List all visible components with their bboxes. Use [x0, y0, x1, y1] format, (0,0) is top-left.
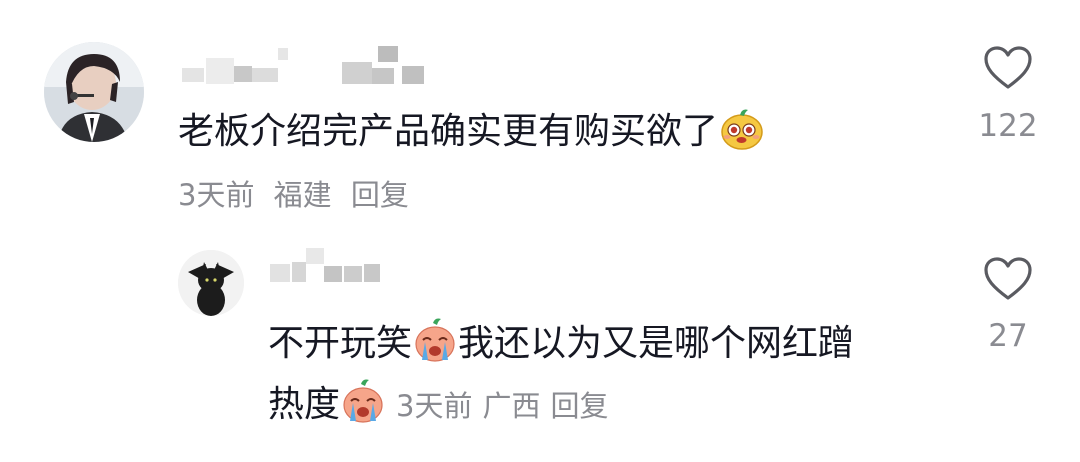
comment-body: 老板介绍完产品确实更有购买欲了: [178, 111, 719, 152]
user-avatar[interactable]: [44, 42, 144, 142]
yellow-face-emoji: [718, 104, 766, 165]
reply-text-line2: 热度 3天前 广西 回复: [268, 377, 619, 438]
comment-time: 3天前: [178, 178, 255, 212]
reply-button[interactable]: 回复: [351, 178, 409, 212]
heart-outline-icon: [984, 46, 1032, 89]
reply-username-pixelated[interactable]: [270, 248, 390, 284]
avatar-black-cat: [178, 250, 244, 316]
reply-like-button[interactable]: [983, 256, 1033, 306]
like-count: 122: [978, 108, 1038, 144]
comment-section: { "comments": [ { "text": "老板介绍完产品确实更有购买…: [0, 0, 1080, 462]
reply-location: 广西: [482, 389, 541, 423]
comment-text: 老板介绍完产品确实更有购买欲了: [178, 104, 766, 165]
crying-face-emoji: [340, 377, 386, 438]
reply-like-count: 27: [988, 318, 1028, 354]
avatar-photo: [44, 42, 144, 142]
reply-body-part2: 我还以为又是哪个网红蹭: [458, 323, 855, 364]
crying-face-emoji: [412, 316, 458, 377]
reply-text-line1: 不开玩笑 我还以为又是哪个网红蹭: [268, 316, 854, 377]
like-button[interactable]: [983, 45, 1033, 95]
reply-reply-button[interactable]: 回复: [550, 389, 608, 423]
heart-outline-icon: [984, 257, 1032, 300]
reply-meta: 3天前 广西 回复: [396, 389, 618, 423]
username-main-pixelated[interactable]: [182, 46, 442, 86]
reply-body-part1: 不开玩笑: [268, 323, 413, 364]
comment-location: 福建: [273, 178, 332, 212]
reply-body-part3: 热度: [268, 384, 341, 425]
reply-time: 3天前: [396, 389, 473, 423]
reply-user-avatar[interactable]: [178, 250, 244, 316]
comment-meta: 3天前 福建 回复: [178, 172, 419, 214]
